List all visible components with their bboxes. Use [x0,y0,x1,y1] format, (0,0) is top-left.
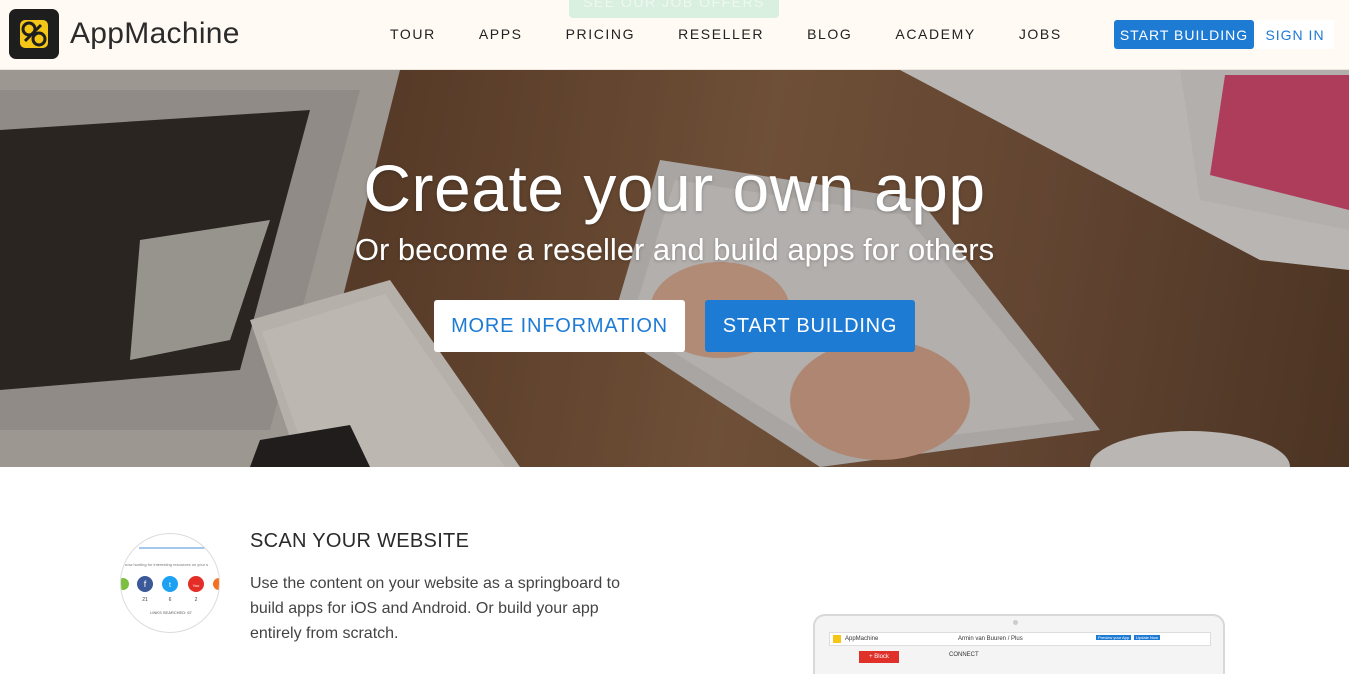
preview-toolbar: AppMachine Armin van Buuren / Plus Previ… [829,632,1211,646]
appmachine-logo[interactable]: AppMachine [9,9,240,59]
header-start-building-button[interactable]: START BUILDING [1114,20,1254,49]
hero-title: Create your own app [363,151,986,225]
preview-logo-icon [833,635,841,643]
thumb-links-label: LINKS SEARCHED: 67 [150,610,192,615]
nav-reseller[interactable]: RESELLER [678,26,764,42]
preview-update-button[interactable]: Update Now [1134,635,1161,640]
thumb-caption: now hunting for interesting resources on… [125,562,208,567]
appmachine-logo-icon [9,9,59,59]
hero-start-building-button[interactable]: START BUILDING [705,300,915,352]
scan-website-thumbnail: now hunting for interesting resources on… [120,533,220,633]
preview-app-name: AppMachine [845,636,879,642]
svg-text:You: You [193,583,200,588]
feature-description: Use the content on your website as a spr… [250,575,620,642]
hero-banner: Create your own app Or become a reseller… [0,70,1349,467]
app-builder-preview: AppMachine Armin van Buuren / Plus Previ… [813,614,1225,674]
top-header: SEE OUR JOB OFFERS AppMachine TOUR APPS … [0,0,1349,70]
nav-pricing[interactable]: PRICING [566,26,636,42]
device-camera-icon [1013,620,1018,625]
nav-jobs[interactable]: JOBS [1019,26,1062,42]
nav-apps[interactable]: APPS [479,26,523,42]
logo-text: AppMachine [70,17,240,50]
more-information-button[interactable]: MORE INFORMATION [434,300,685,352]
thumb-count-3: 2 [195,597,198,603]
main-nav: TOUR APPS PRICING RESELLER BLOG ACADEMY … [376,26,1091,42]
nav-blog[interactable]: BLOG [807,26,852,42]
nav-tour[interactable]: TOUR [390,26,436,42]
thumb-count-1: 21 [142,597,148,603]
sign-in-button[interactable]: SIGN IN [1256,20,1334,49]
job-offers-button[interactable]: SEE OUR JOB OFFERS [569,0,779,18]
hero-overlay [0,70,1349,467]
preview-your-app-button[interactable]: Preview your App [1096,635,1132,640]
preview-connect-label: CONNECT [949,652,979,658]
svg-text:t: t [169,582,171,589]
preview-add-block-button[interactable]: + Block [859,651,899,663]
feature-title: SCAN YOUR WEBSITE [250,530,470,552]
preview-user: Armin van Buuren / Plus [958,636,1023,642]
hero-subtitle: Or become a reseller and build apps for … [354,232,995,267]
nav-academy[interactable]: ACADEMY [895,26,975,42]
thumb-count-2: 6 [169,597,172,603]
